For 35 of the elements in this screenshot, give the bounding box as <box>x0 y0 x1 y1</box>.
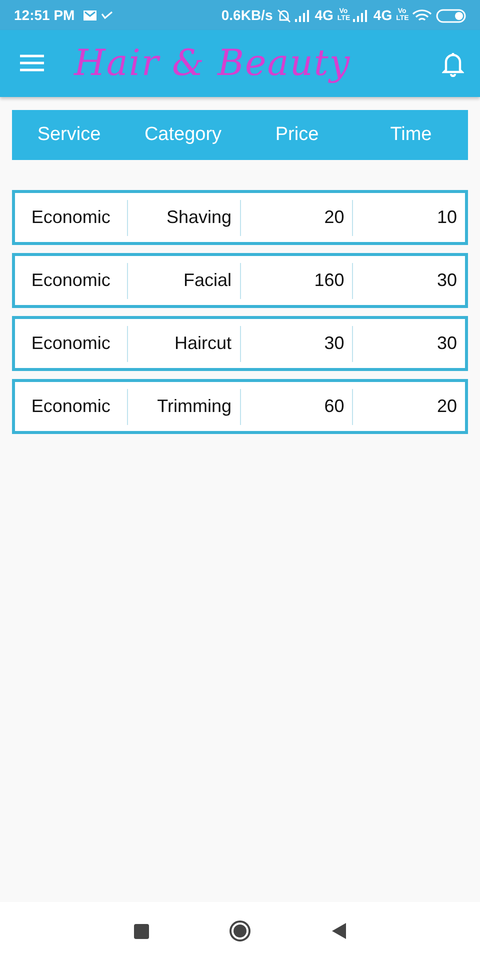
column-header: Service <box>37 124 101 145</box>
check-icon <box>100 10 113 21</box>
wifi-icon <box>412 8 432 23</box>
network-speed: 0.6KB/s <box>221 6 273 24</box>
table-cell-text: 60 <box>324 395 344 418</box>
back-button[interactable] <box>330 923 346 939</box>
battery-icon <box>436 8 466 23</box>
table-cell-text: Trimming <box>157 395 232 418</box>
mail-icon <box>82 10 97 22</box>
signal-icon <box>294 10 311 22</box>
home-button[interactable] <box>228 920 250 942</box>
signal-icon <box>353 10 370 22</box>
alarm-off-icon <box>276 8 291 23</box>
table-cell-text: Economic <box>31 395 110 418</box>
app-logo: Hair & Beauty <box>74 42 351 86</box>
table-cell-text: 10 <box>436 206 457 229</box>
table-cell-text: 30 <box>436 332 457 355</box>
table-cell-text: Shaving <box>166 206 232 229</box>
recent-apps-button[interactable] <box>134 924 148 938</box>
status-time: 12:51 PM <box>14 6 75 24</box>
column-header: Price <box>275 124 319 145</box>
table-cell-text: Economic <box>31 206 110 229</box>
table-cell-text: 30 <box>436 269 457 292</box>
table-cell-text: 20 <box>324 206 344 229</box>
table-cell-text: Haircut <box>174 332 232 355</box>
table-cell-text: Facial <box>183 269 232 292</box>
table-cell-text: Economic <box>31 269 110 292</box>
table-cell-text: 20 <box>436 395 457 418</box>
network-type: 4G <box>373 6 392 24</box>
column-header: Time <box>390 124 432 145</box>
table-cell-text: 30 <box>324 332 344 355</box>
network-type: 4G <box>314 6 334 24</box>
table-cell-text: Economic <box>31 332 110 355</box>
column-header: Category <box>144 124 222 145</box>
table-cell-text: 160 <box>314 269 344 292</box>
